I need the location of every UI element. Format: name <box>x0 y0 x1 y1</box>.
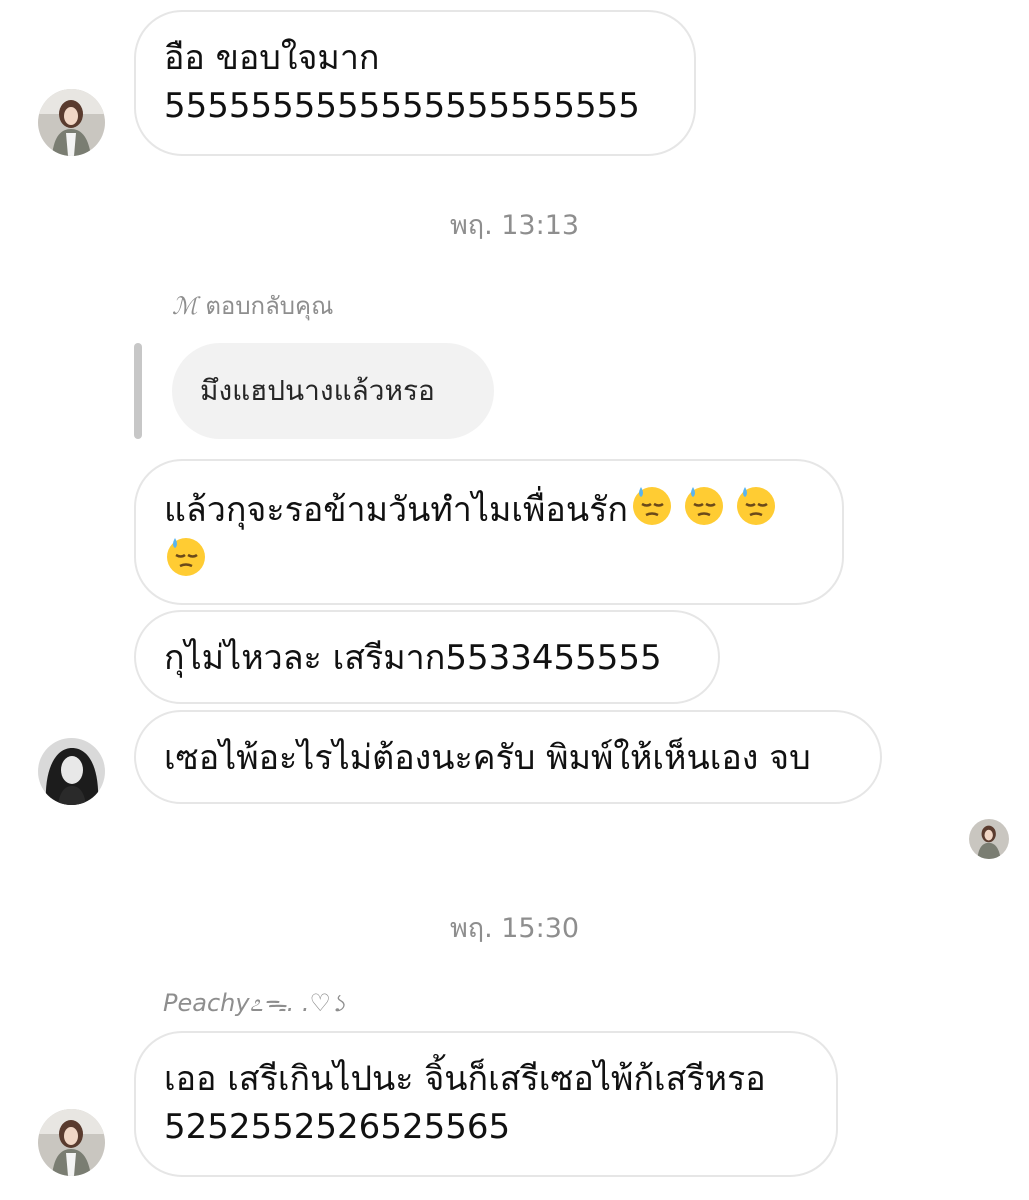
quoted-message[interactable]: มึงแฮปนางแล้วหรอ <box>172 343 494 439</box>
downcast-face-with-sweat-icon <box>736 487 775 525</box>
avatar[interactable] <box>38 89 105 156</box>
message-text: 5252552526525565 <box>164 1107 511 1147</box>
reply-text: ตอบกลับคุณ <box>205 292 334 320</box>
message-bubble[interactable]: เซอไพ้อะไรไม่ต้องนะครับ พิมพ์ให้เห็นเอง … <box>134 710 882 804</box>
message-bubble[interactable]: กุไม่ไหวละ เสรีมาก5533455555 <box>134 610 720 704</box>
message-bubble[interactable]: อือ ขอบใจมาก 5555555555555555555555 <box>134 10 696 156</box>
message-text: เซอไพ้อะไรไม่ต้องนะครับ พิมพ์ให้เห็นเอง … <box>164 738 811 778</box>
avatar[interactable] <box>38 738 105 805</box>
message-text: กุไม่ไหวละ เสรีมาก5533455555 <box>164 638 662 678</box>
sender-name: Peachy೭ᯓ. .♡১ <box>163 989 347 1017</box>
message-text: 5555555555555555555555 <box>164 86 640 126</box>
message-line: แล้วกุจะรอข้ามวันทำไมเพื่อนรัก <box>164 483 814 534</box>
timestamp: พฤ. 15:30 <box>449 913 580 944</box>
avatar[interactable] <box>38 1109 105 1176</box>
message-bubble[interactable]: แล้วกุจะรอข้ามวันทำไมเพื่อนรัก <box>134 459 844 605</box>
reply-indicator-bar <box>134 343 142 439</box>
timestamp: พฤ. 13:13 <box>449 210 580 241</box>
message-text: อือ ขอบใจมาก <box>164 38 380 78</box>
reply-label: ℳ ตอบกลับคุณ <box>172 286 333 325</box>
seen-avatar <box>969 819 1009 859</box>
message-text: แล้วกุจะรอข้ามวันทำไมเพื่อนรัก <box>164 490 628 530</box>
message-line <box>164 534 814 585</box>
downcast-face-with-sweat-icon <box>684 487 723 525</box>
downcast-face-with-sweat-icon <box>632 487 671 525</box>
downcast-face-with-sweat-icon <box>167 538 205 576</box>
reply-glyph: ℳ <box>172 292 198 320</box>
message-text: เออ เสรีเกินไปนะ จิ้นก็เสรีเซอไพ้ก้เสรีห… <box>164 1059 766 1099</box>
message-bubble[interactable]: เออ เสรีเกินไปนะ จิ้นก็เสรีเซอไพ้ก้เสรีห… <box>134 1031 838 1177</box>
